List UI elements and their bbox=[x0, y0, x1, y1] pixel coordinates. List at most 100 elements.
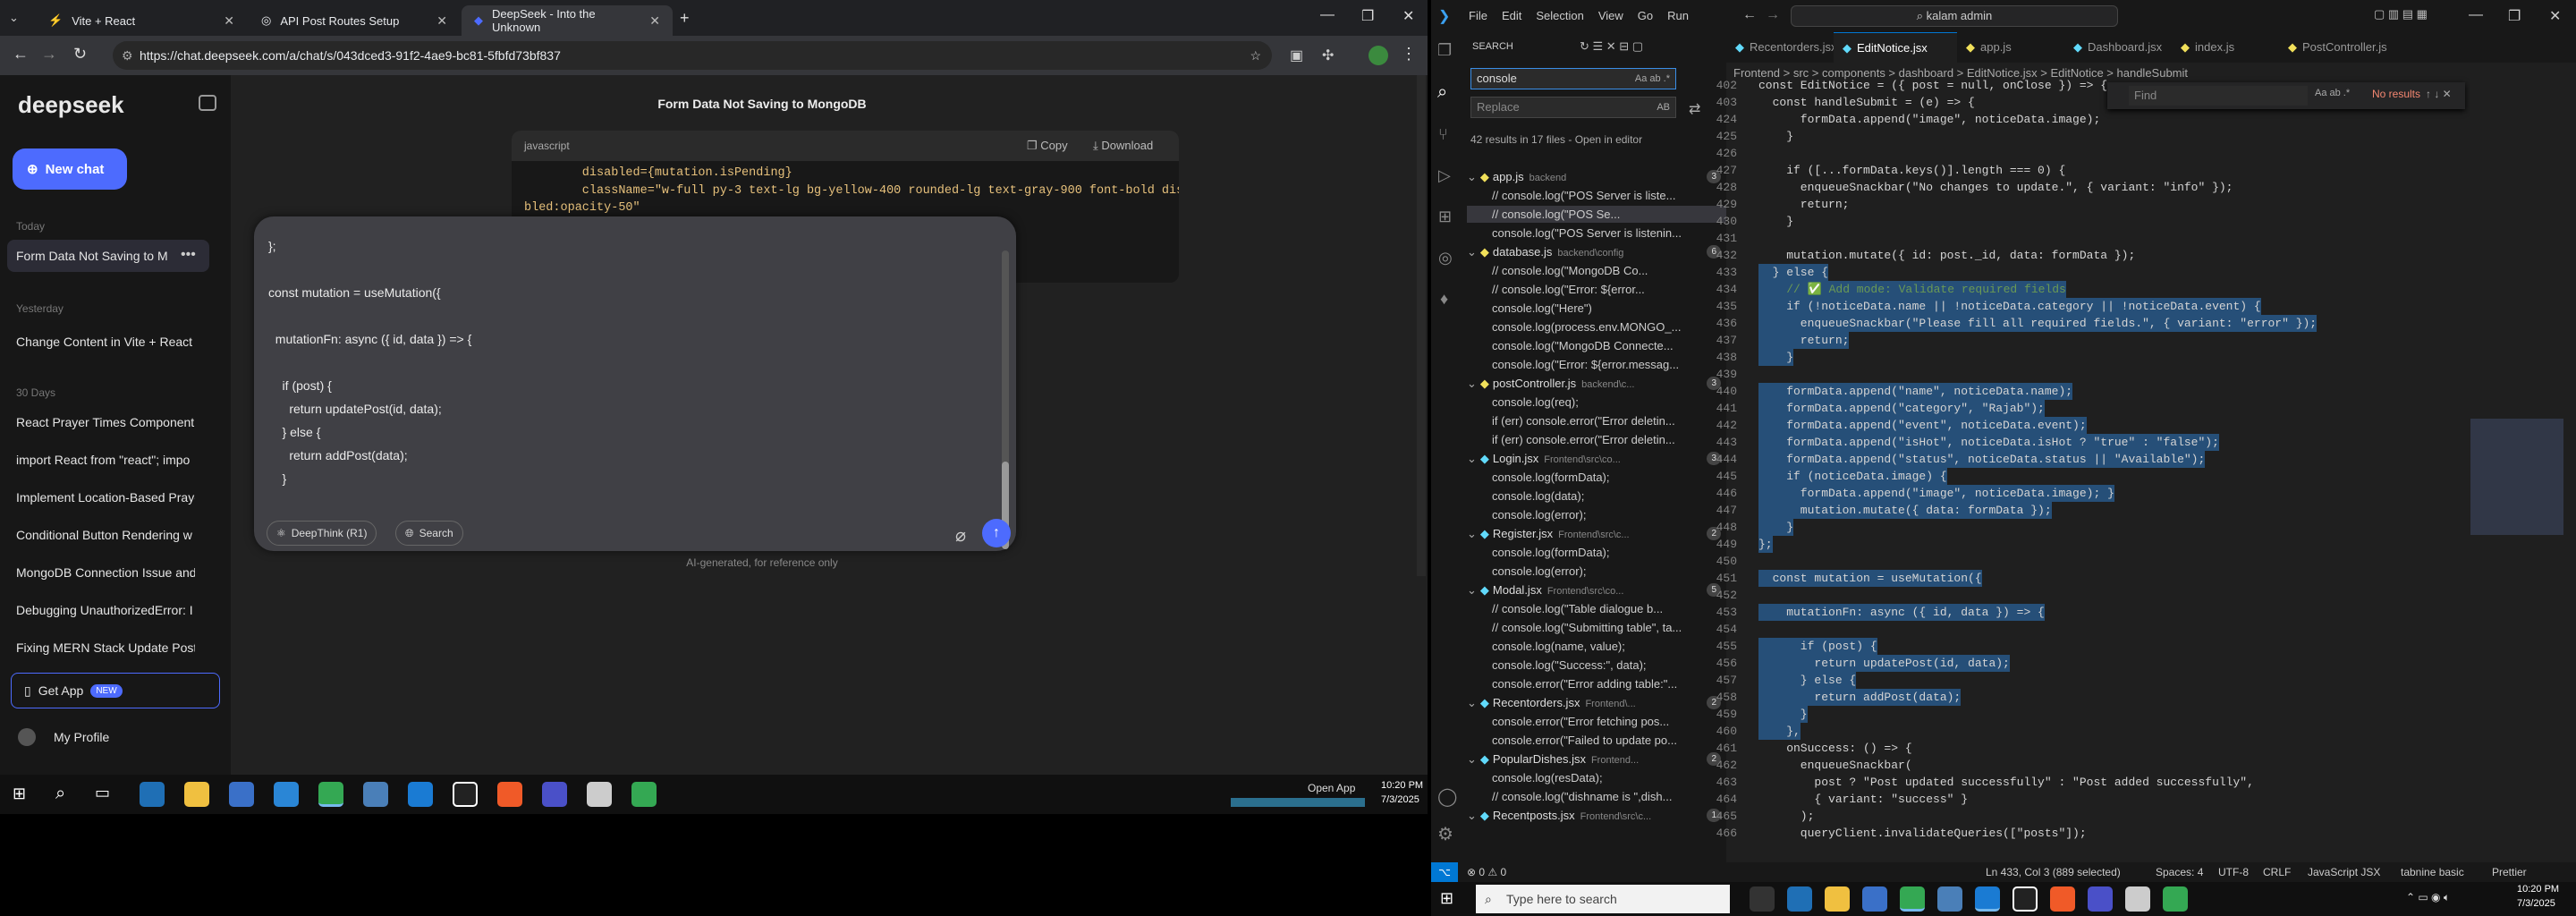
sidebar-item[interactable]: Conditional Button Rendering w bbox=[16, 528, 195, 542]
chrome-taskbar-icon[interactable] bbox=[1900, 886, 1925, 912]
close-window-button[interactable]: ✕ bbox=[1402, 7, 1414, 25]
menu-item[interactable]: Run bbox=[1667, 9, 1689, 22]
remote-button[interactable]: ⌥ bbox=[1431, 862, 1458, 882]
minimize-button[interactable]: — bbox=[2469, 7, 2483, 23]
open-app-label[interactable]: Open App bbox=[1308, 782, 1355, 794]
sidebar-item[interactable]: React Prayer Times Component bbox=[16, 415, 195, 429]
app-icon[interactable] bbox=[497, 782, 522, 807]
forward-icon[interactable]: → bbox=[41, 45, 57, 64]
start-icon[interactable]: ⊞ bbox=[1440, 889, 1453, 908]
tab-api[interactable]: ◎ API Post Routes Setup ✕ bbox=[249, 5, 460, 36]
nav-back-icon[interactable]: ← bbox=[1742, 7, 1757, 23]
vscode-taskbar-icon[interactable] bbox=[408, 782, 433, 807]
layout-icons[interactable]: ▢ ▥ ▤ ▦ bbox=[2374, 7, 2428, 21]
file-explorer-icon[interactable] bbox=[1825, 886, 1850, 912]
input-scrollbar[interactable] bbox=[1002, 250, 1009, 549]
reload-icon[interactable]: ↻ bbox=[73, 45, 87, 64]
sidebar-item[interactable]: import React from "react"; impo bbox=[16, 453, 195, 467]
app-icon[interactable] bbox=[1937, 886, 1962, 912]
store-icon[interactable] bbox=[1862, 886, 1887, 912]
close-window-button[interactable]: ✕ bbox=[2549, 7, 2561, 25]
chrome-taskbar-icon[interactable] bbox=[318, 782, 343, 807]
indentation[interactable]: Spaces: 4 bbox=[2156, 862, 2203, 882]
sidebar-item[interactable]: Debugging UnauthorizedError: I bbox=[16, 603, 195, 617]
get-app-button[interactable]: ▯ Get App NEW bbox=[11, 673, 220, 708]
command-center[interactable]: ⌕ kalam admin bbox=[1791, 5, 2118, 27]
page-scrollbar[interactable] bbox=[1417, 75, 1426, 576]
app-icon[interactable] bbox=[453, 782, 478, 807]
start-icon[interactable]: ⊞ bbox=[13, 785, 26, 803]
task-view-icon[interactable] bbox=[1750, 886, 1775, 912]
minimap-viewport[interactable] bbox=[2470, 419, 2563, 535]
menu-item[interactable]: View bbox=[1598, 9, 1623, 22]
puzzle-icon[interactable]: ✣ bbox=[1322, 47, 1334, 64]
send-button[interactable]: ↑ bbox=[982, 519, 1011, 547]
bookmark-star-icon[interactable]: ☆ bbox=[1250, 41, 1261, 70]
minimap[interactable] bbox=[2470, 79, 2563, 862]
download-button[interactable]: ⤓ Download bbox=[1093, 139, 1153, 153]
input-text[interactable]: }; const mutation = useMutation({ mutatio… bbox=[268, 234, 984, 490]
deepthink-toggle[interactable]: ⚛ DeepThink (R1) bbox=[267, 521, 377, 546]
back-icon[interactable]: ← bbox=[13, 45, 29, 64]
taskbar-search-box[interactable]: ⌕ Type here to search bbox=[1476, 885, 1730, 913]
copy-button[interactable]: ❐ Copy bbox=[1027, 139, 1068, 153]
vscode-taskbar-icon[interactable] bbox=[1975, 886, 2000, 912]
maximize-button[interactable]: ❐ bbox=[2508, 7, 2521, 25]
mail-icon[interactable] bbox=[274, 782, 299, 807]
close-icon[interactable]: ✕ bbox=[436, 13, 447, 29]
app-icon[interactable] bbox=[587, 782, 612, 807]
code-editor[interactable]: 402 const EditNotice = ({ post = null, on… bbox=[1431, 32, 2576, 862]
sidebar-item[interactable]: Change Content in Vite + React bbox=[16, 335, 195, 349]
minimize-button[interactable]: — bbox=[1320, 7, 1335, 23]
new-chat-button[interactable]: ⊕ New chat bbox=[13, 148, 127, 190]
edge-icon[interactable] bbox=[140, 782, 165, 807]
sidebar-item[interactable]: Form Data Not Saving to M bbox=[16, 249, 174, 263]
tab-vite[interactable]: ⚡ Vite + React ✕ bbox=[36, 5, 247, 36]
nav-forward-icon[interactable]: → bbox=[1766, 7, 1780, 23]
task-view-icon[interactable]: ▭ bbox=[95, 784, 110, 802]
tab-search-icon[interactable]: ⌄ bbox=[9, 11, 19, 25]
my-profile-link[interactable]: My Profile bbox=[54, 730, 109, 744]
edge-icon[interactable] bbox=[1787, 886, 1812, 912]
profile-avatar[interactable] bbox=[1368, 46, 1388, 65]
menu-item[interactable]: Edit bbox=[1502, 9, 1521, 22]
search-icon[interactable]: ⌕ bbox=[55, 784, 65, 804]
profile-avatar[interactable] bbox=[18, 728, 36, 746]
chrome-menu-icon[interactable]: ⋮ bbox=[1401, 45, 1417, 64]
tab-deepseek[interactable]: ◆ DeepSeek - Into the Unknown ✕ bbox=[462, 5, 673, 36]
file-explorer-icon[interactable] bbox=[184, 782, 209, 807]
close-icon[interactable]: ✕ bbox=[649, 13, 660, 29]
sidebar-item[interactable]: Fixing MERN Stack Update Post bbox=[16, 640, 195, 655]
close-icon[interactable]: ✕ bbox=[224, 13, 234, 29]
new-tab-button[interactable]: + bbox=[680, 9, 690, 28]
sidebar-item[interactable]: MongoDB Connection Issue and bbox=[16, 565, 195, 580]
attach-icon[interactable]: ⌀ bbox=[955, 524, 966, 547]
eol[interactable]: CRLF bbox=[2263, 862, 2291, 882]
app-icon[interactable] bbox=[2012, 886, 2038, 912]
collapse-sidebar-icon[interactable] bbox=[199, 95, 216, 111]
app-icon[interactable] bbox=[542, 782, 567, 807]
more-icon[interactable]: ••• bbox=[181, 247, 196, 263]
prettier[interactable]: Prettier bbox=[2492, 862, 2527, 882]
maximize-button[interactable]: ❐ bbox=[1361, 7, 1374, 25]
app-icon[interactable] bbox=[2050, 886, 2075, 912]
menu-item[interactable]: Go bbox=[1638, 9, 1653, 22]
address-bar[interactable]: ⚙ https://chat.deepseek.com/a/chat/s/043… bbox=[113, 41, 1272, 70]
search-toggle[interactable]: 🌐︎ Search bbox=[395, 521, 463, 546]
problems[interactable]: ⊗ 0 ⚠ 0 bbox=[1467, 862, 1506, 882]
app-icon[interactable] bbox=[2125, 886, 2150, 912]
store-icon[interactable] bbox=[229, 782, 254, 807]
app-icon[interactable] bbox=[2088, 886, 2113, 912]
tray-icons[interactable]: ⌃ ▭ ◉ 🔈︎ bbox=[2406, 891, 2450, 904]
chat-input-box[interactable]: }; const mutation = useMutation({ mutatio… bbox=[254, 216, 1016, 551]
menu-item[interactable]: Selection bbox=[1536, 9, 1583, 22]
site-info-icon[interactable]: ⚙ bbox=[122, 41, 133, 70]
tabnine[interactable]: tabnine basic bbox=[2401, 862, 2464, 882]
app-icon[interactable] bbox=[363, 782, 388, 807]
extension-icon[interactable]: ▣ bbox=[1290, 47, 1303, 64]
cursor-position[interactable]: Ln 433, Col 3 (889 selected) bbox=[1986, 862, 2121, 882]
encoding[interactable]: UTF-8 bbox=[2218, 862, 2249, 882]
menu-item[interactable]: File bbox=[1469, 9, 1487, 22]
sidebar-item[interactable]: Implement Location-Based Praye bbox=[16, 490, 195, 505]
chrome-taskbar-icon[interactable] bbox=[631, 782, 657, 807]
